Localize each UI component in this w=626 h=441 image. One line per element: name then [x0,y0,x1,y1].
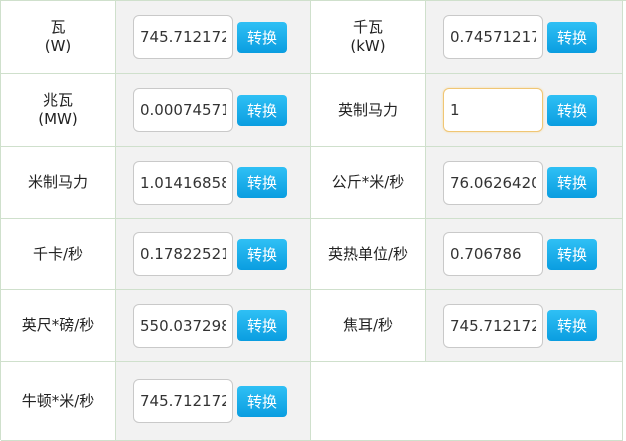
unit-label-megawatt: 兆瓦 (MW) [1,74,116,147]
unit-label-kgm-per-sec: 公斤*米/秒 [311,147,426,219]
unit-row-metric-horsepower: 转换 [116,147,311,219]
kcal-per-sec-input[interactable] [133,232,233,276]
metric-horsepower-convert-button[interactable]: 转换 [237,167,287,198]
unit-row-imperial-horsepower: 转换 [426,74,623,147]
imperial-horsepower-input[interactable] [443,88,543,132]
newton-meter-per-sec-input[interactable] [133,379,233,423]
unit-label-joule-per-sec: 焦耳/秒 [311,290,426,362]
btu-per-sec-convert-button[interactable]: 转换 [547,238,597,270]
kilowatt-input[interactable] [443,15,543,59]
ftlb-per-sec-input[interactable] [133,303,233,348]
kcal-per-sec-convert-button[interactable]: 转换 [237,238,287,270]
unit-label-metric-horsepower: 米制马力 [1,147,116,219]
joule-per-sec-convert-button[interactable]: 转换 [547,310,597,341]
unit-row-newton-meter-per-sec: 转换 [116,362,311,441]
ftlb-per-sec-convert-button[interactable]: 转换 [237,310,287,341]
megawatt-convert-button[interactable]: 转换 [237,94,287,126]
watt-convert-button[interactable]: 转换 [237,21,287,53]
watt-input[interactable] [133,15,233,59]
unit-row-kilowatt: 转换 [426,1,623,74]
imperial-horsepower-convert-button[interactable]: 转换 [547,94,597,126]
unit-row-megawatt: 转换 [116,74,311,147]
unit-row-kcal-per-sec: 转换 [116,219,311,290]
unit-row-kgm-per-sec: 转换 [426,147,623,219]
joule-per-sec-input[interactable] [443,303,543,348]
unit-label-ftlb-per-sec: 英尺*磅/秒 [1,290,116,362]
unit-label-watt: 瓦 (W) [1,1,116,74]
unit-row-btu-per-sec: 转换 [426,219,623,290]
unit-row-joule-per-sec: 转换 [426,290,623,362]
newton-meter-per-sec-convert-button[interactable]: 转换 [237,385,287,417]
unit-converter-grid: 瓦 (W) 转换 千瓦 (kW) 转换 兆瓦 (MW) 转换 英制马力 转换 米… [0,0,626,441]
unit-label-kcal-per-sec: 千卡/秒 [1,219,116,290]
empty-cell [311,362,623,441]
megawatt-input[interactable] [133,88,233,132]
kilowatt-convert-button[interactable]: 转换 [547,21,597,53]
unit-label-imperial-horsepower: 英制马力 [311,74,426,147]
kgm-per-sec-input[interactable] [443,160,543,205]
unit-label-btu-per-sec: 英热单位/秒 [311,219,426,290]
unit-label-newton-meter-per-sec: 牛顿*米/秒 [1,362,116,441]
btu-per-sec-input[interactable] [443,232,543,276]
metric-horsepower-input[interactable] [133,160,233,205]
kgm-per-sec-convert-button[interactable]: 转换 [547,167,597,198]
unit-label-kilowatt: 千瓦 (kW) [311,1,426,74]
unit-row-watt: 转换 [116,1,311,74]
unit-row-ftlb-per-sec: 转换 [116,290,311,362]
